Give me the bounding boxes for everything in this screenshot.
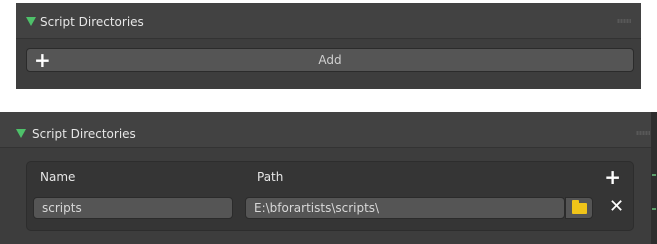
disclosure-triangle-icon[interactable] — [16, 129, 26, 138]
panel-title: Script Directories — [40, 15, 144, 29]
name-column-header: Name — [40, 170, 76, 184]
path-column-header: Path — [257, 170, 284, 184]
panel-header[interactable]: Script Directories — [16, 3, 641, 39]
disclosure-triangle-icon[interactable] — [26, 17, 36, 26]
script-directories-panel-empty: Script Directories + Add — [16, 3, 641, 89]
close-icon[interactable]: ✕ — [609, 196, 624, 218]
panel-title: Script Directories — [32, 127, 136, 141]
directory-path-field[interactable]: E:\bforartists\scripts\ — [245, 197, 565, 219]
drag-grip-icon[interactable] — [636, 131, 650, 135]
browse-folder-button[interactable] — [565, 197, 593, 219]
folder-icon — [572, 200, 587, 214]
edge-tick — [652, 174, 656, 176]
panel-header[interactable]: Script Directories — [0, 112, 657, 148]
directory-list: Name Path + scripts E:\bforartists\scrip… — [26, 161, 634, 231]
directory-name-field[interactable]: scripts — [33, 197, 233, 219]
script-directories-panel-filled: Script Directories Name Path + scripts E… — [0, 112, 657, 244]
add-label: Add — [318, 53, 342, 67]
add-directory-icon[interactable]: + — [604, 167, 621, 187]
editor-side-edge — [651, 112, 657, 244]
drag-grip-icon[interactable] — [617, 19, 631, 23]
add-directory-button[interactable]: + Add — [26, 48, 634, 72]
edge-tick — [652, 208, 656, 210]
